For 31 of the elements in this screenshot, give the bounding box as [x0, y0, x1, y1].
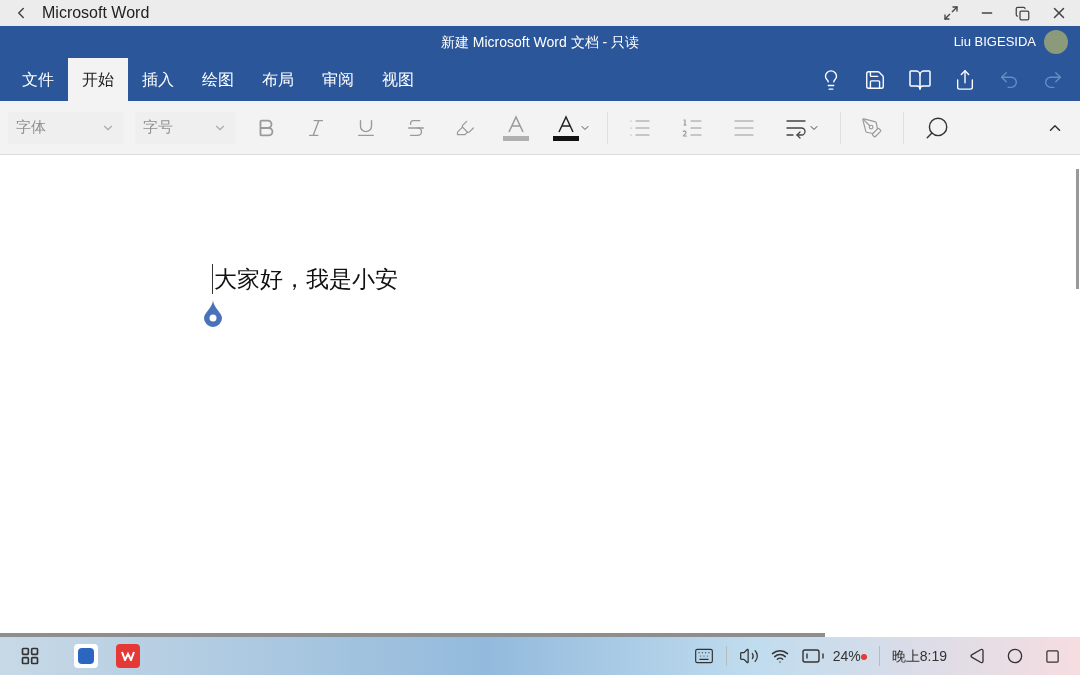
clock: 晚上8:19: [891, 646, 947, 666]
ribbon-tab[interactable]: 布局: [248, 58, 308, 101]
wifi-icon: [770, 647, 789, 665]
save-icon[interactable]: [864, 68, 886, 91]
book-icon[interactable]: [908, 67, 932, 92]
recents-nav-icon[interactable]: [1045, 648, 1060, 664]
ribbon-tab[interactable]: 文件: [8, 58, 68, 101]
document-title: 新建 Microsoft Word 文档 - 只读: [440, 32, 640, 52]
ribbon-tab[interactable]: 绘图: [188, 58, 248, 101]
avatar[interactable]: [1044, 30, 1068, 54]
word-app-icon[interactable]: [74, 644, 98, 668]
app-title: Microsoft Word: [42, 3, 150, 23]
fullscreen-button[interactable]: [943, 5, 959, 21]
home-nav-icon[interactable]: [1007, 648, 1023, 664]
ribbon-tab[interactable]: 插入: [128, 58, 188, 101]
text-cursor: [212, 264, 213, 295]
ribbon-tab[interactable]: 审阅: [308, 58, 368, 101]
share-icon[interactable]: [954, 68, 976, 91]
volume-icon: [738, 646, 759, 666]
battery-percent: 24%: [832, 646, 861, 666]
restore-button[interactable]: [1015, 5, 1030, 21]
ribbon-tab[interactable]: 开始: [68, 58, 128, 101]
document-text: 大家好，我是小安: [214, 265, 398, 294]
back-nav-icon[interactable]: [969, 648, 985, 664]
user-name: Liu BIGESIDA: [953, 33, 1036, 52]
app-grid-icon[interactable]: [20, 646, 40, 666]
wps-app-icon[interactable]: [116, 644, 140, 668]
keyboard-icon: [693, 646, 714, 666]
horizontal-scrollbar[interactable]: [0, 633, 825, 637]
ribbon-tab[interactable]: 视图: [368, 58, 428, 101]
vertical-scrollbar[interactable]: [1076, 169, 1079, 289]
